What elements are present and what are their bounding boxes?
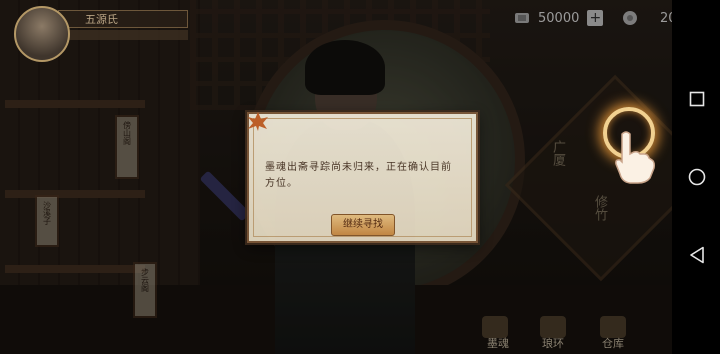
- hand-pointer-icon: [612, 130, 656, 188]
- home-icon[interactable]: [688, 168, 706, 190]
- system-nav-bar: [672, 0, 720, 354]
- ink-amount: 50000: [538, 10, 580, 26]
- nav-warehouse[interactable]: 仓库: [602, 335, 624, 351]
- dialog-message: 墨魂出斋寻踪尚未归来，正在确认目前方位。: [265, 162, 452, 189]
- game-screen: 傍山阁 沙溪子 步云阁 广厦 修竹 五源氏 50000 + 2: [0, 0, 720, 354]
- maple-leaf-icon: [245, 110, 271, 132]
- notice-dialog: 墨魂出斋寻踪尚未归来，正在确认目前方位。 继续寻找: [247, 112, 478, 243]
- player-name-bar[interactable]: 五源氏: [58, 10, 188, 28]
- ink-stone-icon: [514, 10, 530, 26]
- ink-resource: 50000 +: [514, 8, 604, 28]
- player-avatar[interactable]: [14, 6, 70, 62]
- back-icon[interactable]: [689, 246, 705, 268]
- continue-search-button[interactable]: 继续寻找: [331, 214, 395, 236]
- add-ink-button[interactable]: +: [587, 10, 604, 26]
- recents-icon[interactable]: [689, 91, 705, 111]
- nav-langhuan[interactable]: 琅环: [542, 335, 564, 351]
- nav-ink-spirit[interactable]: 墨魂: [487, 335, 509, 351]
- player-name: 五源氏: [85, 13, 118, 26]
- player-exp-bar: [58, 30, 188, 40]
- jade-coin-icon: [622, 10, 638, 26]
